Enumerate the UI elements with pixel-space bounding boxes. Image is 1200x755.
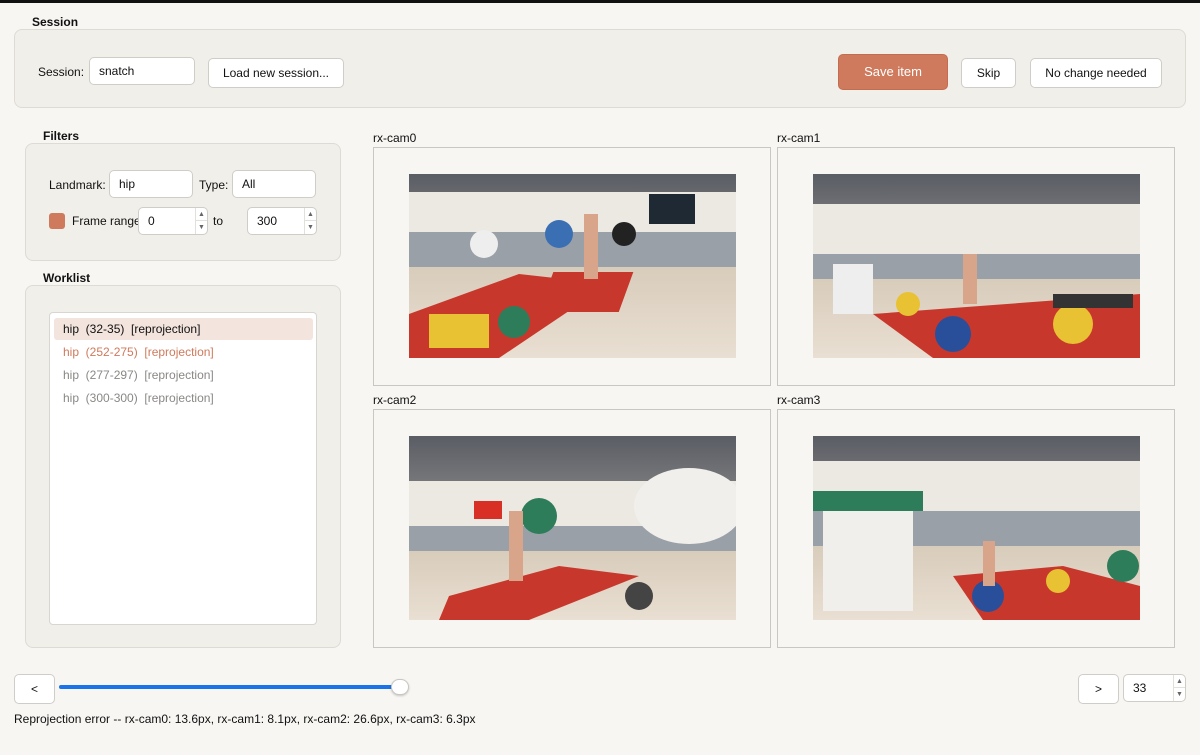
camera-label-cam2: rx-cam2 xyxy=(373,393,417,407)
type-label: Type: xyxy=(199,178,229,192)
spin-down-icon[interactable]: ▼ xyxy=(1174,688,1185,701)
frame-range-label: Frame range xyxy=(72,214,141,228)
camera-view-cam3[interactable] xyxy=(777,409,1175,648)
camera-view-cam0[interactable] xyxy=(373,147,771,386)
spin-up-icon[interactable]: ▲ xyxy=(196,208,207,221)
worklist-section-title: Worklist xyxy=(43,271,91,285)
range-from-value: 0 xyxy=(148,214,155,228)
save-item-button[interactable]: Save item xyxy=(838,54,948,90)
worklist-item[interactable]: hip (252-275) [reprojection] xyxy=(54,341,313,363)
frame-stepper[interactable]: 33 ▲ ▼ xyxy=(1123,674,1186,702)
landmark-input[interactable]: hip xyxy=(109,170,193,198)
window-top-border xyxy=(0,0,1200,3)
camera-image-cam3[interactable] xyxy=(813,436,1140,620)
range-from-spin[interactable]: ▲ ▼ xyxy=(195,208,207,234)
camera-view-cam1[interactable] xyxy=(777,147,1175,386)
frame-slider-track[interactable] xyxy=(59,685,399,689)
session-label: Session: xyxy=(38,65,85,79)
range-to-label: to xyxy=(213,214,224,228)
range-to-value: 300 xyxy=(257,214,278,228)
camera-image-cam0[interactable] xyxy=(409,174,736,358)
worklist-item[interactable]: hip (300-300) [reprojection] xyxy=(54,387,313,409)
session-input[interactable]: snatch xyxy=(89,57,195,85)
worklist-item[interactable]: hip (277-297) [reprojection] xyxy=(54,364,313,386)
worklist-item[interactable]: hip (32-35) [reprojection] xyxy=(54,318,313,340)
camera-label-cam1: rx-cam1 xyxy=(777,131,821,145)
spin-up-icon[interactable]: ▲ xyxy=(305,208,316,221)
load-session-button[interactable]: Load new session... xyxy=(208,58,344,88)
camera-view-cam2[interactable] xyxy=(373,409,771,648)
spin-down-icon[interactable]: ▼ xyxy=(196,221,207,234)
skip-button[interactable]: Skip xyxy=(961,58,1016,88)
range-to-spin[interactable]: ▲ ▼ xyxy=(304,208,316,234)
camera-label-cam3: rx-cam3 xyxy=(777,393,821,407)
range-to-stepper[interactable]: 300 ▲ ▼ xyxy=(247,207,317,235)
camera-label-cam0: rx-cam0 xyxy=(373,131,417,145)
camera-image-cam2[interactable] xyxy=(409,436,736,620)
filters-panel xyxy=(25,143,341,261)
frame-value: 33 xyxy=(1133,681,1147,695)
filters-section-title: Filters xyxy=(43,129,80,143)
spin-up-icon[interactable]: ▲ xyxy=(1174,675,1185,688)
type-select[interactable]: All xyxy=(232,170,316,198)
range-from-stepper[interactable]: 0 ▲ ▼ xyxy=(138,207,208,235)
camera-image-cam1[interactable] xyxy=(813,174,1140,358)
landmark-label: Landmark: xyxy=(49,178,106,192)
frame-spin[interactable]: ▲ ▼ xyxy=(1173,675,1185,701)
prev-frame-button[interactable]: < xyxy=(14,674,55,704)
frame-range-checkbox[interactable] xyxy=(49,213,65,229)
session-section-title: Session xyxy=(32,15,79,29)
no-change-button[interactable]: No change needed xyxy=(1030,58,1162,88)
frame-slider-handle[interactable] xyxy=(391,679,409,695)
worklist-list[interactable]: hip (32-35) [reprojection] hip (252-275)… xyxy=(49,312,317,625)
reprojection-status: Reprojection error -- rx-cam0: 13.6px, r… xyxy=(14,712,476,726)
next-frame-button[interactable]: > xyxy=(1078,674,1119,704)
spin-down-icon[interactable]: ▼ xyxy=(305,221,316,234)
